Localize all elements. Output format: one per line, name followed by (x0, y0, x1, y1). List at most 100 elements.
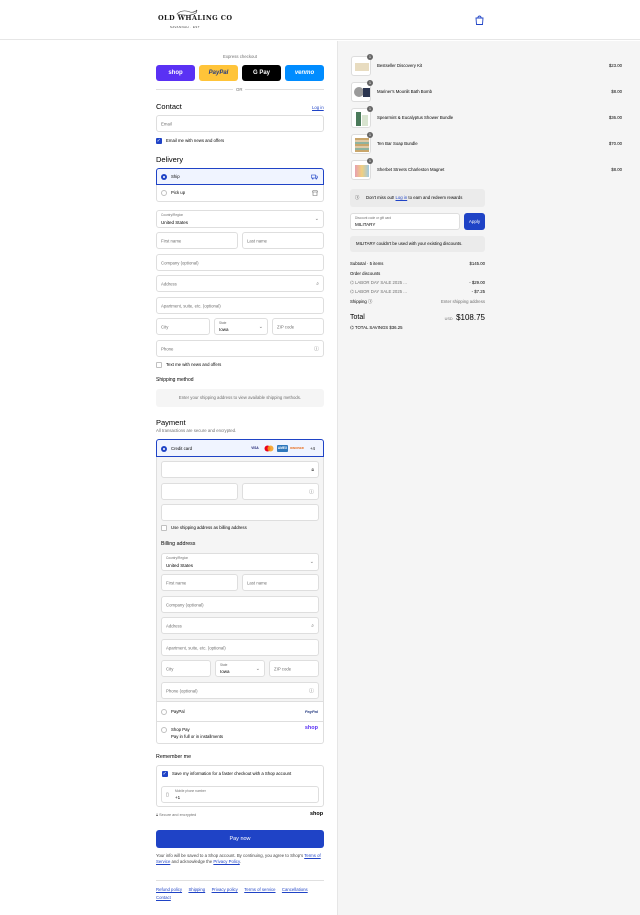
shop-pay-radio[interactable] (161, 727, 167, 733)
billing-phone-field[interactable]: Phone (optional) ⓘ (161, 682, 319, 699)
privacy-policy-link[interactable]: Privacy Policy (213, 859, 239, 864)
billing-last-name-placeholder: Last name (247, 580, 268, 585)
ship-radio[interactable] (161, 174, 167, 180)
footer-links: Refund policy Shipping Privacy policy Te… (156, 886, 326, 902)
shipping-link[interactable]: Shipping (188, 887, 205, 892)
apply-button[interactable]: Apply (464, 213, 485, 230)
paypal-express-button[interactable]: PayPal (199, 65, 238, 81)
pay-now-button[interactable]: Pay now (156, 830, 324, 848)
billing-address-field[interactable]: Address ⌕ (161, 617, 319, 634)
email-news-label: Email me with news and offers (166, 138, 225, 143)
billing-address-placeholder: Address (166, 623, 182, 628)
use-shipping-checkbox[interactable] (161, 525, 167, 531)
secure-text: Secure and encrypted (159, 813, 197, 817)
name-on-card-field[interactable] (161, 504, 319, 521)
billing-apartment-field[interactable]: Apartment, suite, etc. (optional) (161, 639, 319, 656)
mobile-phone-field[interactable]: ▯ Mobile phone number +1 (161, 786, 319, 803)
login-link[interactable]: Log in (312, 105, 324, 110)
rewards-pre: Don't miss out! (366, 195, 395, 200)
store-icon (312, 190, 318, 196)
zip-field[interactable]: ZIP code (272, 318, 324, 335)
shop-pay-option[interactable]: Shop Pay Pay in full or in installments … (156, 722, 324, 744)
company-field[interactable]: Company (optional) (156, 254, 324, 271)
phone-field[interactable]: Phone ⓘ (156, 340, 324, 357)
billing-zip-field[interactable]: ZIP code (269, 660, 319, 677)
shipping-label: Shipping (350, 299, 367, 304)
cancellations-link[interactable]: Cancellations (282, 887, 308, 892)
first-name-field[interactable]: First name (156, 232, 238, 249)
currency-label: USD (444, 317, 453, 321)
billing-last-name-field[interactable]: Last name (242, 574, 319, 591)
lock-icon: 🔒︎ (311, 466, 314, 473)
order-discounts-label: Order discounts (350, 271, 381, 276)
chevron-down-icon: ⌄ (255, 665, 260, 672)
paypal-logo: PayPal (304, 709, 318, 714)
store-logo[interactable]: OLD WHALING CO SAVANNAH · EST (158, 9, 232, 29)
country-select[interactable]: Country/Region United States ⌄ (156, 210, 324, 228)
soap-bundle-image (355, 138, 369, 152)
help-circle-icon[interactable]: ⓘ (368, 299, 372, 304)
refund-policy-link[interactable]: Refund policy (156, 887, 182, 892)
contact-heading: Contact (156, 102, 182, 111)
contact-link[interactable]: Contact (156, 895, 171, 900)
tag-icon: ⌬ (350, 325, 354, 330)
email-field[interactable]: Email (156, 115, 324, 132)
text-news-checkbox[interactable] (156, 362, 162, 368)
help-circle-icon[interactable]: ⓘ (314, 345, 319, 352)
save-info-checkbox[interactable] (162, 771, 168, 777)
billing-city-placeholder: City (166, 666, 174, 671)
address-field[interactable]: Address ⌕ (156, 275, 324, 292)
security-code-field[interactable]: ⓘ (242, 483, 319, 500)
venmo-express-button[interactable]: venmo (285, 65, 324, 81)
paypal-option[interactable]: PayPal PayPal (156, 702, 324, 722)
apartment-field[interactable]: Apartment, suite, etc. (optional) (156, 297, 324, 314)
legal-and: and acknowledge the (171, 859, 213, 865)
ship-option[interactable]: Ship (156, 168, 324, 185)
shipping-method-message: Enter your shipping address to view avai… (156, 389, 324, 407)
last-name-field[interactable]: Last name (242, 232, 324, 249)
pickup-option[interactable]: Pick up (156, 185, 324, 202)
product-thumbnail: 1 (351, 132, 373, 154)
discount-error-message: MILITARY couldn't be used with your exis… (350, 236, 485, 252)
gpay-express-button[interactable]: G Pay (242, 65, 281, 81)
billing-country-select[interactable]: Country/Region United States ⌄ (161, 553, 319, 571)
privacy-policy-footer-link[interactable]: Privacy policy (212, 887, 238, 892)
quantity-badge: 1 (367, 54, 373, 60)
help-circle-icon[interactable]: ⓘ (309, 687, 314, 694)
cart-item-name: Ten Bar Soap Bundle (377, 141, 418, 146)
billing-state-select[interactable]: State Iowa ⌄ (215, 660, 265, 677)
apartment-placeholder: Apartment, suite, etc. (optional) (161, 303, 221, 308)
pickup-radio[interactable] (161, 190, 167, 196)
or-label: OR (233, 87, 246, 92)
billing-company-field[interactable]: Company (optional) (161, 596, 319, 613)
country-value: United States (161, 220, 189, 225)
city-placeholder: City (161, 324, 169, 329)
state-select[interactable]: State Iowa ⌄ (214, 318, 268, 335)
rewards-login-link[interactable]: Log in (396, 195, 408, 200)
city-field[interactable]: City (156, 318, 210, 335)
email-placeholder: Email (161, 121, 172, 126)
paypal-radio[interactable] (161, 709, 167, 715)
discount-row: ⌬ LABOR DAY SALE 2025 ... (350, 280, 407, 286)
paypal-label: PayPal (171, 709, 185, 714)
logo-subtitle: SAVANNAH · EST (170, 25, 200, 29)
info-icon: ⓘ (355, 195, 360, 200)
discount-code-field[interactable]: Discount code or gift card MILITARY (350, 213, 460, 230)
expiration-field[interactable] (161, 483, 238, 500)
billing-city-field[interactable]: City (161, 660, 211, 677)
delivery-heading: Delivery (156, 155, 184, 164)
cart-bag-icon[interactable] (475, 15, 484, 27)
billing-first-name-field[interactable]: First name (161, 574, 238, 591)
shop-pay-express-button[interactable]: shop (156, 65, 195, 81)
credit-card-radio[interactable] (161, 446, 167, 452)
discount-amount: - $29.00 (469, 280, 485, 285)
rewards-post: to earn and redeem rewards (408, 195, 463, 200)
email-news-checkbox[interactable] (156, 138, 162, 144)
order-summary: 1 Bestseller Discovery Kit $23.00 1 Mari… (337, 41, 640, 915)
credit-card-label: Credit card (171, 446, 193, 451)
terms-of-service-footer-link[interactable]: Terms of service (244, 887, 275, 892)
help-circle-icon[interactable]: ⓘ (309, 488, 314, 495)
chevron-down-icon: ⌄ (258, 323, 263, 330)
card-number-field[interactable]: 🔒︎ (161, 461, 319, 478)
quantity-badge: 1 (367, 106, 373, 112)
